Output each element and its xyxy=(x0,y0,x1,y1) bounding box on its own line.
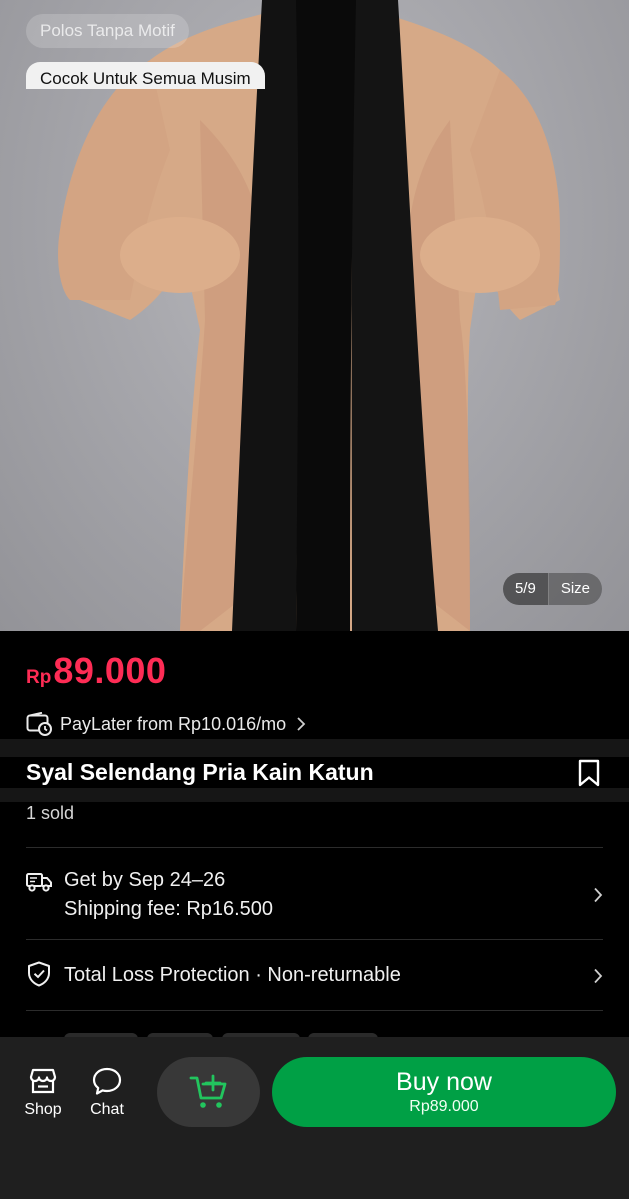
shop-label: Shop xyxy=(24,1101,62,1118)
delivery-truck-icon xyxy=(26,873,52,892)
chat-button[interactable]: Chat xyxy=(79,1065,135,1119)
product-photo xyxy=(58,0,560,631)
image-controls: 5/9 Size xyxy=(502,573,602,605)
bookmark-icon[interactable] xyxy=(577,759,601,787)
divider xyxy=(26,847,603,848)
price: Rp 89.000 xyxy=(26,650,166,692)
chevron-right-icon xyxy=(594,968,603,984)
divider xyxy=(26,939,603,940)
shipping-fee: Shipping fee: Rp16.500 xyxy=(64,898,274,920)
product-image-carousel[interactable]: Polos Tanpa Motif Cocok Untuk Semua Musi… xyxy=(0,0,629,631)
section-separator xyxy=(0,788,629,802)
chat-bubble-icon xyxy=(92,1067,122,1095)
shipping-row[interactable]: Get by Sep 24–26 Shipping fee: Rp16.500 xyxy=(26,866,603,924)
price-currency: Rp xyxy=(26,667,52,688)
add-to-cart-button[interactable] xyxy=(157,1057,260,1127)
chevron-right-icon xyxy=(297,717,306,731)
paylater-text: PayLater from Rp10.016/mo xyxy=(60,713,287,734)
product-title: Syal Selendang Pria Kain Katun xyxy=(26,759,374,785)
title-row: Syal Selendang Pria Kain Katun xyxy=(0,757,629,789)
delivery-estimate: Get by Sep 24–26 xyxy=(64,869,226,891)
add-to-cart-icon xyxy=(189,1074,226,1108)
buy-now-price: Rp89.000 xyxy=(409,1098,479,1115)
protection-text: Total Loss Protection · Non-returnable xyxy=(64,964,401,986)
image-tag-1: Polos Tanpa Motif xyxy=(26,14,189,48)
section-separator xyxy=(0,739,629,757)
divider xyxy=(26,1010,603,1011)
buy-now-button[interactable]: Buy now Rp89.000 xyxy=(272,1057,616,1127)
shield-check-icon xyxy=(28,961,50,987)
bottom-action-bar: Shop Chat Buy now Rp89.000 xyxy=(0,1037,629,1199)
buy-now-label: Buy now xyxy=(396,1068,492,1096)
size-chart-button[interactable]: Size xyxy=(547,573,602,605)
sold-count: 1 sold xyxy=(26,803,75,823)
chevron-right-icon xyxy=(594,887,603,903)
price-value: 89.000 xyxy=(53,650,167,691)
image-counter: 5/9 xyxy=(502,573,548,605)
protection-row[interactable]: Total Loss Protection · Non-returnable xyxy=(26,961,603,990)
paylater-link[interactable]: PayLater from Rp10.016/mo xyxy=(26,712,306,736)
chat-label: Chat xyxy=(90,1101,124,1118)
shop-button[interactable]: Shop xyxy=(15,1065,71,1119)
wallet-clock-icon xyxy=(26,712,52,736)
image-tag-2: Cocok Untuk Semua Musim xyxy=(26,62,265,89)
store-icon xyxy=(29,1068,57,1094)
